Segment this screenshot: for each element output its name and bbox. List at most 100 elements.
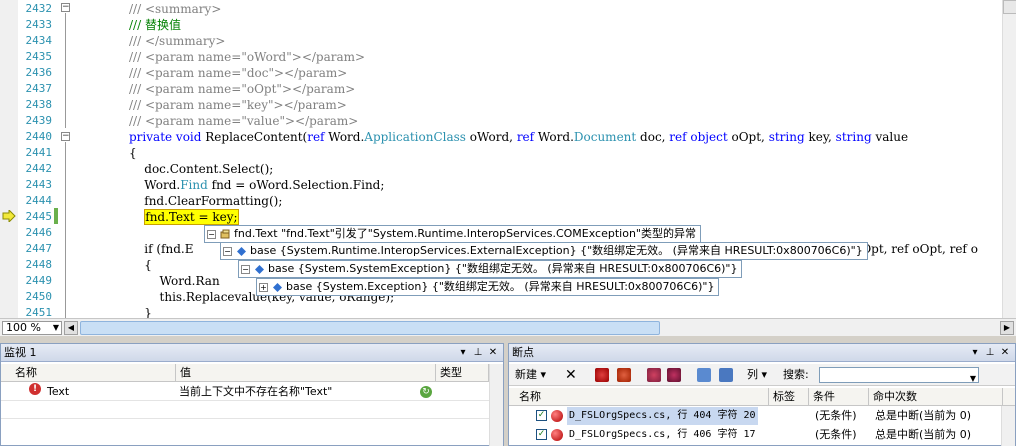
code-line[interactable]: { [129, 145, 137, 161]
line-number: 2441 [25, 146, 53, 159]
watch-title-bar: 监视 1 ▾ ⊥ ✕ [1, 344, 503, 362]
watch-row-empty[interactable] [1, 401, 489, 419]
code-line[interactable]: /// <param name="value"></param> [129, 113, 358, 129]
go-to-source-icon[interactable] [647, 368, 661, 382]
breakpoint-dot-icon [551, 410, 563, 422]
code-token: Find [180, 178, 208, 192]
line-number: 2442 [25, 162, 53, 175]
breakpoint-row[interactable]: ✓ D_FSLOrgSpecs.cs, 行 406 字符 17 (无条件) 总是… [509, 426, 1003, 444]
close-icon[interactable]: ✕ [999, 347, 1011, 359]
breakpoint-checkbox[interactable]: ✓ [536, 410, 547, 421]
window-position-icon[interactable]: ▾ [457, 347, 469, 359]
breakpoints-header: 名称 标签 条件 命中次数 [509, 388, 1015, 406]
disable-all-breakpoints-icon[interactable] [617, 368, 631, 382]
columns-button[interactable]: 列 ▾ [747, 367, 767, 383]
breakpoint-location: D_FSLOrgSpecs.cs, 行 404 字符 20 [567, 407, 758, 425]
code-line[interactable]: /// <param name="doc"></param> [129, 65, 347, 81]
breakpoints-vertical-scrollbar[interactable] [1001, 406, 1015, 446]
breakpoint-gutter[interactable] [0, 0, 18, 318]
refresh-icon[interactable]: ↻ [420, 386, 432, 398]
expand-icon[interactable]: + [259, 282, 268, 292]
watch-row[interactable]: ! Text 当前上下文中不存在名称"Text" ↻ [1, 383, 489, 401]
export-icon[interactable] [697, 368, 711, 382]
collapse-icon[interactable]: − [241, 264, 250, 274]
close-icon[interactable]: ✕ [487, 347, 499, 359]
breakpoint-search-input[interactable]: ▼ [819, 367, 979, 383]
datatip-system-exception[interactable]: − base {System.SystemException} {"数组绑定无效。… [238, 260, 743, 278]
import-icon[interactable] [719, 368, 733, 382]
line-number: 2444 [25, 194, 53, 207]
scroll-left-button[interactable]: ◀ [64, 321, 78, 335]
editor-horizontal-bar: 100 % ▼ ◀ ▶ [0, 318, 1016, 336]
line-number: 2434 [25, 34, 53, 47]
bp-col-hits[interactable]: 命中次数 [869, 388, 1003, 406]
code-line[interactable]: /// <param name="key"></param> [129, 97, 347, 113]
watch-col-name[interactable]: 名称 [1, 364, 176, 382]
code-line[interactable]: /// <summary> [129, 1, 221, 17]
line-number: 2451 [25, 306, 53, 318]
signature-token: private void [129, 130, 202, 144]
watch-row-name: Text [47, 385, 70, 398]
line-number: 2432 [25, 2, 53, 15]
bp-col-name[interactable]: 名称 [509, 388, 769, 406]
collapse-icon[interactable]: − [61, 3, 70, 12]
code-line[interactable]: fnd.ClearFormatting(); [129, 193, 282, 209]
current-statement-line[interactable]: fnd.Text = key; [129, 209, 239, 225]
columns-label: 列 [747, 368, 758, 381]
watch-col-type[interactable]: 类型 [436, 364, 489, 382]
line-number: 2447 [25, 242, 53, 255]
method-signature[interactable]: private void ReplaceContent(ref Word.App… [129, 129, 908, 145]
field-icon [273, 282, 282, 292]
zoom-dropdown[interactable]: 100 % ▼ [2, 321, 62, 335]
code-line[interactable]: } [129, 305, 152, 318]
pin-icon[interactable]: ⊥ [472, 347, 484, 359]
signature-token: doc, [636, 130, 670, 144]
current-statement-arrow-icon [2, 210, 16, 222]
code-line[interactable]: Word.Find fnd = oWord.Selection.Find; [129, 177, 384, 193]
datatip-value: base {System.Runtime.InteropServices.Ext… [250, 244, 863, 257]
breakpoint-hits: 总是中断(当前为 0) [875, 428, 972, 441]
code-line[interactable]: doc.Content.Select(); [129, 161, 273, 177]
editor-vertical-scrollbar[interactable] [1002, 0, 1016, 318]
watch-vertical-scrollbar[interactable] [489, 364, 503, 446]
delete-icon[interactable]: ✕ [565, 367, 577, 383]
signature-token: ref [307, 130, 325, 144]
code-line[interactable]: { [129, 257, 152, 273]
property-icon [220, 229, 230, 238]
dropdown-icon[interactable]: ▼ [970, 368, 976, 390]
field-icon [255, 264, 264, 274]
bp-col-tag[interactable]: 标签 [769, 388, 809, 406]
code-line[interactable]: Word.Ran [129, 273, 220, 289]
collapse-icon[interactable]: − [223, 246, 232, 256]
code-line[interactable]: /// <param name="oWord"></param> [129, 49, 365, 65]
bp-col-cond[interactable]: 条件 [809, 388, 869, 406]
error-icon: ! [29, 383, 41, 395]
line-number: 2436 [25, 66, 53, 79]
collapse-icon[interactable]: − [61, 132, 70, 141]
breakpoint-checkbox[interactable]: ✓ [536, 429, 547, 440]
code-line[interactable]: /// </summary> [129, 33, 225, 49]
datatip-fnd-text[interactable]: − fnd.Text "fnd.Text"引发了"System.Runtime.I… [204, 225, 701, 243]
datatip-external-exception[interactable]: − base {System.Runtime.InteropServices.Ex… [220, 242, 868, 260]
code-token: fnd = oWord.Selection.Find; [207, 178, 385, 192]
signature-token: value [871, 130, 909, 144]
breakpoints-toolbar: 新建 ▾ ✕ 列 ▾ 搜索: ▼ [509, 364, 1015, 386]
code-token: Word. [129, 178, 181, 192]
new-breakpoint-button[interactable]: 新建 ▾ [515, 367, 546, 383]
code-line[interactable]: /// <param name="oOpt"></param> [129, 81, 355, 97]
breakpoint-row[interactable]: ✓ D_FSLOrgSpecs.cs, 行 404 字符 20 (无条件) 总是… [509, 407, 1003, 425]
window-position-icon[interactable]: ▾ [969, 347, 981, 359]
watch-col-value[interactable]: 值 [176, 364, 436, 382]
pin-icon[interactable]: ⊥ [984, 347, 996, 359]
scroll-right-button[interactable]: ▶ [1000, 321, 1014, 335]
horizontal-scroll-thumb[interactable] [80, 321, 660, 335]
delete-all-breakpoints-icon[interactable] [595, 368, 609, 382]
datatip-exception[interactable]: + base {System.Exception} {"数组绑定无效。 (异常来自… [256, 278, 720, 296]
collapse-icon[interactable]: − [207, 229, 216, 239]
line-number: 2440 [25, 130, 53, 143]
code-line[interactable]: /// 替换值 [129, 17, 181, 33]
line-number: 2445 [25, 210, 53, 223]
search-label: 搜索: [783, 368, 809, 381]
go-to-disassembly-icon[interactable] [667, 368, 681, 382]
code-line[interactable]: if (fnd.E [129, 241, 193, 257]
